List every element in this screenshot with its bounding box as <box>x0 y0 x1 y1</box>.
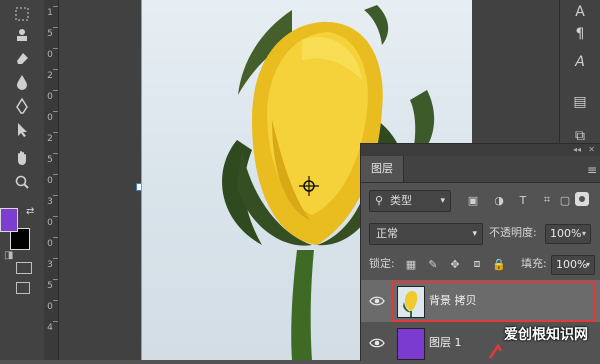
panel-dock-strip: A ¶ A ▤ ⧉ <box>559 0 600 148</box>
layer-name[interactable]: 图层 1 <box>429 334 462 352</box>
blend-mode-select[interactable]: 正常 ▾ <box>369 223 483 245</box>
lock-all-icon[interactable]: 🔒 <box>491 256 507 272</box>
ruler-label: 0 <box>47 302 53 312</box>
quick-mask-icon[interactable] <box>16 262 32 274</box>
default-colors-icon[interactable]: ◨ <box>4 250 13 261</box>
type-filter-icon[interactable]: T <box>515 192 531 208</box>
opacity-value: 100% <box>550 227 582 240</box>
blend-mode-value: 正常 <box>376 227 398 240</box>
lock-position-icon[interactable]: ✥ <box>447 256 463 272</box>
ruler-tick <box>53 195 58 196</box>
zoom-tool-icon[interactable] <box>6 172 38 192</box>
paragraph-panel-icon[interactable]: ¶ <box>570 24 590 44</box>
opacity-label: 不透明度: <box>489 226 537 239</box>
pixel-filter-icon[interactable]: ▣ <box>465 192 481 208</box>
ruler-tick <box>53 153 58 154</box>
ruler-tick <box>53 48 58 49</box>
glyphs-panel-icon[interactable]: A <box>570 52 590 72</box>
lock-label: 锁定: <box>369 257 395 270</box>
tab-layers[interactable]: 图层 <box>361 156 404 182</box>
ruler-tick <box>53 174 58 175</box>
pen-tool-icon[interactable] <box>6 96 38 116</box>
opacity-field[interactable]: 100% ▾ <box>545 224 591 244</box>
ruler-label: 2 <box>47 71 53 81</box>
character-panel-icon[interactable]: A <box>570 2 590 22</box>
ruler-label: 5 <box>47 155 53 165</box>
eraser-tool-icon[interactable] <box>6 48 38 68</box>
blend-row: 正常 ▾ 不透明度: 100% ▾ <box>361 216 600 248</box>
filter-type-select[interactable]: ⚲ 类型 ▾ <box>369 190 451 212</box>
filter-row: ⚲ 类型 ▾ ▣ ◑ T ⌗ ▢ <box>361 182 600 216</box>
ruler-label: 5 <box>47 29 53 39</box>
smart-object-filter-icon[interactable]: ▢ <box>557 192 573 208</box>
filter-toggle-icon[interactable] <box>575 192 589 206</box>
ruler-tick <box>53 90 58 91</box>
layer-thumbnail <box>397 328 425 360</box>
shape-filter-icon[interactable]: ⌗ <box>539 192 555 208</box>
lock-row: 锁定: ▦ ✎ ✥ ⧈ 🔒 填充: 100% ▾ <box>361 248 600 278</box>
ruler-label: 3 <box>47 197 53 207</box>
properties-panel-icon[interactable]: ▤ <box>570 92 590 112</box>
panel-tab-bar: 图层 ≡ <box>361 156 600 183</box>
clone-stamp-tool-icon[interactable] <box>6 26 38 46</box>
highlight-annotation-box <box>391 281 596 322</box>
swap-colors-icon[interactable]: ⇄ <box>26 206 34 217</box>
lock-artboard-icon[interactable]: ⧈ <box>469 256 485 272</box>
hand-tool-icon[interactable] <box>6 148 38 168</box>
eye-icon[interactable] <box>369 293 385 309</box>
ruler-label: 0 <box>47 50 53 60</box>
watermark-logo-icon <box>488 343 503 359</box>
collapse-icon[interactable]: ◂◂ <box>573 144 581 156</box>
ruler-tick <box>53 216 58 217</box>
lock-image-pixels-icon[interactable]: ✎ <box>425 256 441 272</box>
ruler-label: 0 <box>47 218 53 228</box>
ruler-label: 0 <box>47 92 53 102</box>
ruler-tick <box>53 132 58 133</box>
blur-tool-icon[interactable] <box>6 72 38 92</box>
ruler-tick <box>53 321 58 322</box>
marquee-tool-icon[interactable] <box>6 4 38 24</box>
ruler-label: 1 <box>47 8 53 18</box>
screen-mode-icon[interactable] <box>16 282 30 294</box>
ruler-tick <box>53 111 58 112</box>
panel-menu-icon[interactable]: ≡ <box>587 163 597 177</box>
ruler-label: 3 <box>47 260 53 270</box>
ruler-tick <box>53 237 58 238</box>
ruler-label: 2 <box>47 134 53 144</box>
chevron-down-icon: ▾ <box>585 260 590 269</box>
chevron-down-icon: ▾ <box>440 196 445 206</box>
ruler-tick <box>53 300 58 301</box>
lock-transparent-pixels-icon[interactable]: ▦ <box>403 256 419 272</box>
foreground-color-swatch[interactable] <box>0 208 18 232</box>
vertical-ruler: 1 5 0 2 0 0 2 5 0 3 0 0 3 5 0 4 <box>44 0 59 360</box>
fill-field[interactable]: 100% ▾ <box>551 255 595 275</box>
chevron-down-icon: ▾ <box>581 229 586 238</box>
ruler-label: 5 <box>47 281 53 291</box>
ruler-tick <box>53 27 58 28</box>
search-icon: ⚲ <box>375 194 384 207</box>
ruler-label: 0 <box>47 113 53 123</box>
ruler-label: 4 <box>47 323 53 333</box>
close-icon[interactable]: ✕ <box>588 144 595 156</box>
ruler-label: 0 <box>47 176 53 186</box>
eye-icon[interactable] <box>369 335 385 351</box>
adjustment-filter-icon[interactable]: ◑ <box>491 192 507 208</box>
filter-type-label: 类型 <box>390 194 412 207</box>
ruler-label: 0 <box>47 239 53 249</box>
ruler-tick <box>53 279 58 280</box>
path-selection-tool-icon[interactable] <box>6 120 38 140</box>
fill-label: 填充: <box>521 257 547 270</box>
panel-header-bar: ◂◂ ✕ <box>361 144 600 156</box>
ruler-tick <box>53 6 58 7</box>
chevron-down-icon: ▾ <box>472 229 477 239</box>
fill-value: 100% <box>556 258 588 271</box>
ruler-tick <box>53 258 58 259</box>
tools-panel: ⇄ ◨ <box>0 0 45 360</box>
ruler-tick <box>53 69 58 70</box>
watermark-text: 爱创根知识网 <box>504 327 588 343</box>
